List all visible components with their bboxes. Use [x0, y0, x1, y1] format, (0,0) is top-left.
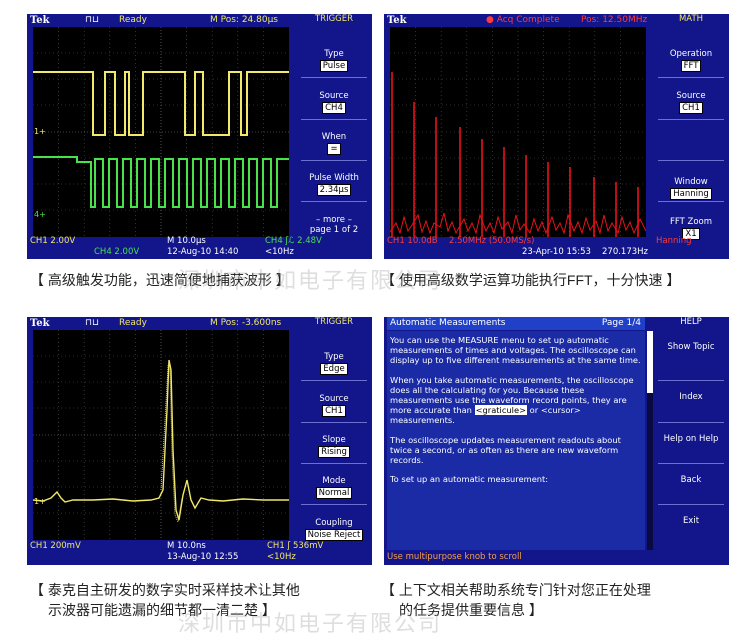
help-menu: HELP Show Topic Index Help on Help Back … [652, 317, 729, 562]
watermark-text: 深圳市中如电子有限公司 [178, 611, 443, 634]
menu-operation-button[interactable]: Operation FFT [656, 49, 726, 72]
tek-logo: Tek [387, 15, 407, 26]
fft-trace [391, 72, 639, 237]
svg-text:1+: 1+ [34, 497, 46, 506]
menu-type-button[interactable]: Type Edge [299, 352, 369, 375]
menu-title: MATH [678, 14, 704, 24]
math-menu: MATH Operation FFT Source CH1 Window Hannin… [652, 14, 729, 259]
status-ready: Ready [119, 15, 147, 25]
help-paragraph: You can use the MEASURE menu to set up a… [390, 335, 641, 366]
trigger-pos-marker-icon: ⊓⊔ [85, 318, 100, 328]
menu-when-button[interactable]: When = [299, 132, 369, 155]
menu-more-button[interactable]: – more – page 1 of 2 [299, 215, 369, 235]
ch1-scale: CH1 2.00V [30, 236, 76, 246]
menu-slope-button[interactable]: Slope Rising [299, 435, 369, 458]
menu-source-button[interactable]: Source CH4 [299, 91, 369, 114]
trigger-level: CH4 ʃℒ 2.48V [265, 236, 322, 246]
waveform-display: 1+ [33, 330, 289, 540]
menu-pulse-width-button[interactable]: Pulse Width 2.34µs [299, 173, 369, 196]
help-content: You can use the MEASURE menu to set up a… [387, 331, 645, 550]
caption-help-line1: 【 上下文相关帮助系统专门针对您正在处理 [381, 582, 651, 598]
acquire-status: ● Acq Complete [486, 15, 560, 25]
menu-source-button[interactable]: Source CH1 [299, 394, 369, 417]
cursor-link[interactable]: <cursor> [541, 405, 581, 415]
waveform-graticule: 1+ [33, 330, 289, 540]
svg-text:1+: 1+ [34, 127, 46, 136]
ch4-trace [33, 156, 289, 208]
menu-title: TRIGGER [314, 14, 354, 24]
timebase: M 10.0ns [167, 541, 206, 551]
tek-logo: Tek [30, 318, 50, 329]
datetime: 23-Apr-10 15:53 [522, 247, 591, 257]
fft-span: 2.50MHz (50.0MS/s) [449, 236, 535, 246]
menu-window-button[interactable]: Window Hanning [656, 177, 726, 200]
fft-display [390, 27, 646, 237]
trigger-pos-marker-icon: ⊓⊔ [85, 15, 100, 25]
ch1-scale: CH1 200mV [30, 541, 81, 551]
help-topic-title: Automatic Measurements [390, 318, 506, 328]
trigger-level: CH1 ʃ 536mV [267, 541, 324, 551]
help-panel: Automatic Measurements Page 1/4 You can … [384, 317, 729, 565]
fft-graticule [390, 27, 646, 237]
tek-logo: Tek [30, 15, 50, 26]
exit-button[interactable]: Exit [656, 516, 726, 526]
fft-window: Hanning [656, 236, 692, 246]
frequency-readout: 270.173Hz [602, 247, 649, 257]
horizontal-position: M Pos: -3.600ns [210, 318, 282, 328]
help-paragraph: The oscilloscope updates measurement rea… [390, 434, 621, 466]
menu-title: TRIGGER [314, 317, 354, 327]
svg-text:4+: 4+ [34, 210, 46, 219]
help-paragraph: To set up an automatic measurement: [390, 474, 549, 485]
help-paragraph: When you take automatic measurements, th… [390, 374, 634, 426]
back-button[interactable]: Back [656, 475, 726, 485]
menu-title: HELP [680, 317, 702, 327]
watermark-text: 深圳市中如电子有限公司 [178, 268, 443, 293]
menu-type-button[interactable]: Type Pulse [299, 49, 369, 72]
caption-dpx-line1: 【 泰克自主研发的数字实时采样技术让其他 [30, 582, 300, 598]
fft-scope-panel: Tek ● Acq Complete Pos: 12.50MHz MATH Op… [384, 14, 729, 259]
show-topic-button[interactable]: Show Topic [661, 342, 721, 352]
waveform-display: 1+ 4+ [33, 27, 289, 237]
horizontal-position: M Pos: 24.80µs [210, 15, 279, 25]
scroll-hint: Use multipurpose knob to scroll [387, 552, 522, 562]
trigger-menu: TRIGGER Type Edge Source CH1 Slope Rising M… [295, 317, 372, 562]
help-title-bar: Automatic Measurements Page 1/4 [387, 317, 645, 330]
trigger-frequency: <10Hz [265, 247, 294, 257]
timebase: M 10.0µs [167, 236, 206, 246]
fft-position: Pos: 12.50MHz [581, 15, 648, 25]
edge-trigger-scope-panel: Tek ⊓⊔ Ready M Pos: -3.600ns 1+ TRIGGER … [27, 317, 372, 565]
trigger-menu: TRIGGER Type Pulse Source CH4 When = Pulse … [295, 14, 372, 259]
ch4-scale: CH4 2.00V [94, 247, 140, 257]
graticule-link[interactable]: <graticule> [474, 405, 528, 416]
menu-mode-button[interactable]: Mode Normal [299, 476, 369, 499]
index-button[interactable]: Index [656, 392, 726, 402]
datetime: 13-Aug-10 12:55 [167, 552, 239, 562]
fft-scale: CH1 10.0dB [387, 236, 438, 246]
help-on-help-button[interactable]: Help on Help [656, 434, 726, 444]
menu-source-button[interactable]: Source CH1 [656, 91, 726, 114]
help-page-indicator: Page 1/4 [601, 318, 641, 328]
menu-coupling-button[interactable]: Coupling Noise Reject [299, 518, 369, 541]
trigger-frequency: <10Hz [267, 552, 296, 562]
datetime: 12-Aug-10 14:40 [167, 247, 239, 257]
pulse-trigger-scope-panel: Tek ⊓⊔ Ready M Pos: 24.80µs 1+ 4+ TRIGGE… [27, 14, 372, 259]
status-ready: Ready [119, 318, 147, 328]
waveform-graticule: 1+ 4+ [33, 27, 289, 237]
